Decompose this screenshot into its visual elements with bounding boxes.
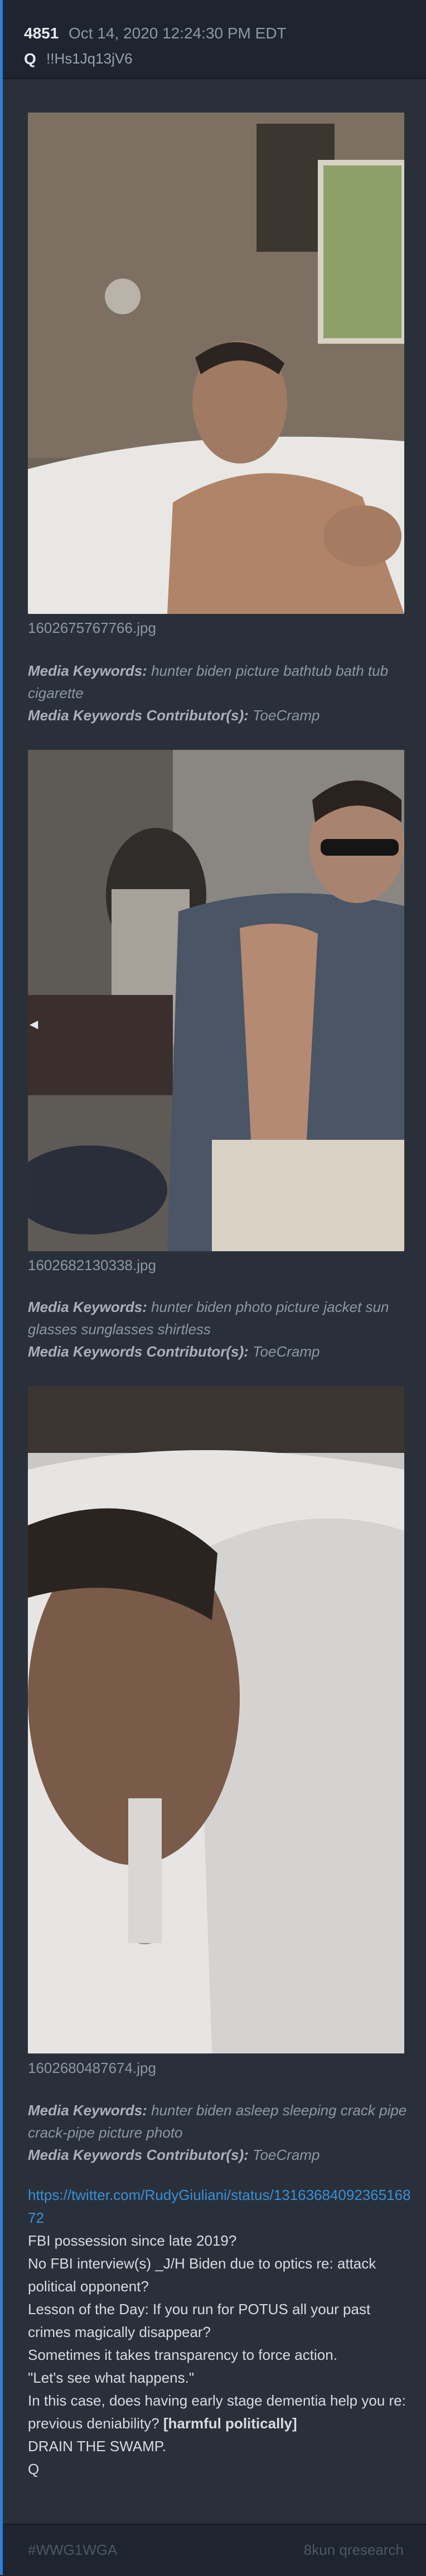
keywords-label: Media Keywords:: [28, 1299, 147, 1315]
keywords-label: Media Keywords:: [28, 662, 147, 679]
media-keywords: Media Keywords: hunter biden asleep slee…: [28, 2099, 407, 2166]
contributor-name: ToeCramp: [253, 707, 320, 724]
body-line: Lesson of the Day: If you run for POTUS …: [28, 2301, 371, 2340]
contributor-label: Media Keywords Contributor(s):: [28, 1343, 249, 1360]
post-image-2[interactable]: [28, 750, 404, 1251]
hashtag[interactable]: #WWG1WGA: [28, 2541, 117, 2559]
body-line: FBI possession since late 2019?: [28, 2232, 237, 2249]
contributor-name: ToeCramp: [253, 1343, 320, 1360]
post-image-1[interactable]: [28, 113, 404, 614]
author-name: Q: [24, 50, 36, 67]
post-number[interactable]: 4851: [24, 25, 59, 42]
jacket-photo: [28, 750, 404, 1251]
source-label: 8kun qresearch: [303, 2541, 404, 2558]
contributor-name: ToeCramp: [253, 2146, 320, 2163]
post-header: 4851 Oct 14, 2020 12:24:30 PM EDT Q !!Hs…: [3, 0, 426, 79]
body-closing: DRAIN THE SWAMP.: [28, 2438, 167, 2455]
contributor-label: Media Keywords Contributor(s):: [28, 2146, 249, 2163]
body-line: Sometimes it takes transparency to force…: [28, 2346, 337, 2363]
image-filename[interactable]: 1602675767766.jpg: [28, 619, 156, 637]
post-body: https://twitter.com/RudyGiuliani/status/…: [28, 2184, 413, 2481]
post-image-3[interactable]: [28, 1386, 404, 2053]
bathtub-photo: [28, 113, 404, 614]
left-arrow-icon[interactable]: ◀: [30, 1017, 38, 1031]
post-date: Oct 14, 2020 12:24:30 PM EDT: [69, 25, 287, 42]
contributor-label: Media Keywords Contributor(s):: [28, 707, 249, 724]
keywords-label: Media Keywords:: [28, 2102, 147, 2119]
media-keywords: Media Keywords: hunter biden photo pictu…: [28, 1296, 407, 1363]
body-line: No FBI interview(s) _J/H Biden due to op…: [28, 2255, 376, 2295]
body-bold-text: [harmful politically]: [163, 2415, 297, 2432]
image-filename[interactable]: 1602680487674.jpg: [28, 2060, 156, 2077]
author-tripcode: !!Hs1Jq13jV6: [46, 50, 133, 67]
image-filename[interactable]: 1602682130338.jpg: [28, 1257, 156, 1274]
post-footer: #WWG1WGA 8kun qresearch: [3, 2524, 426, 2576]
sleeping-photo: [28, 1386, 404, 2053]
body-signature: Q: [28, 2461, 40, 2477]
tweet-link[interactable]: https://twitter.com/RudyGiuliani/status/…: [28, 2187, 411, 2226]
body-line: "Let's see what happens.": [28, 2369, 195, 2386]
post-card: 4851 Oct 14, 2020 12:24:30 PM EDT Q !!Hs…: [0, 0, 426, 2576]
media-keywords: Media Keywords: hunter biden picture bat…: [28, 660, 407, 726]
